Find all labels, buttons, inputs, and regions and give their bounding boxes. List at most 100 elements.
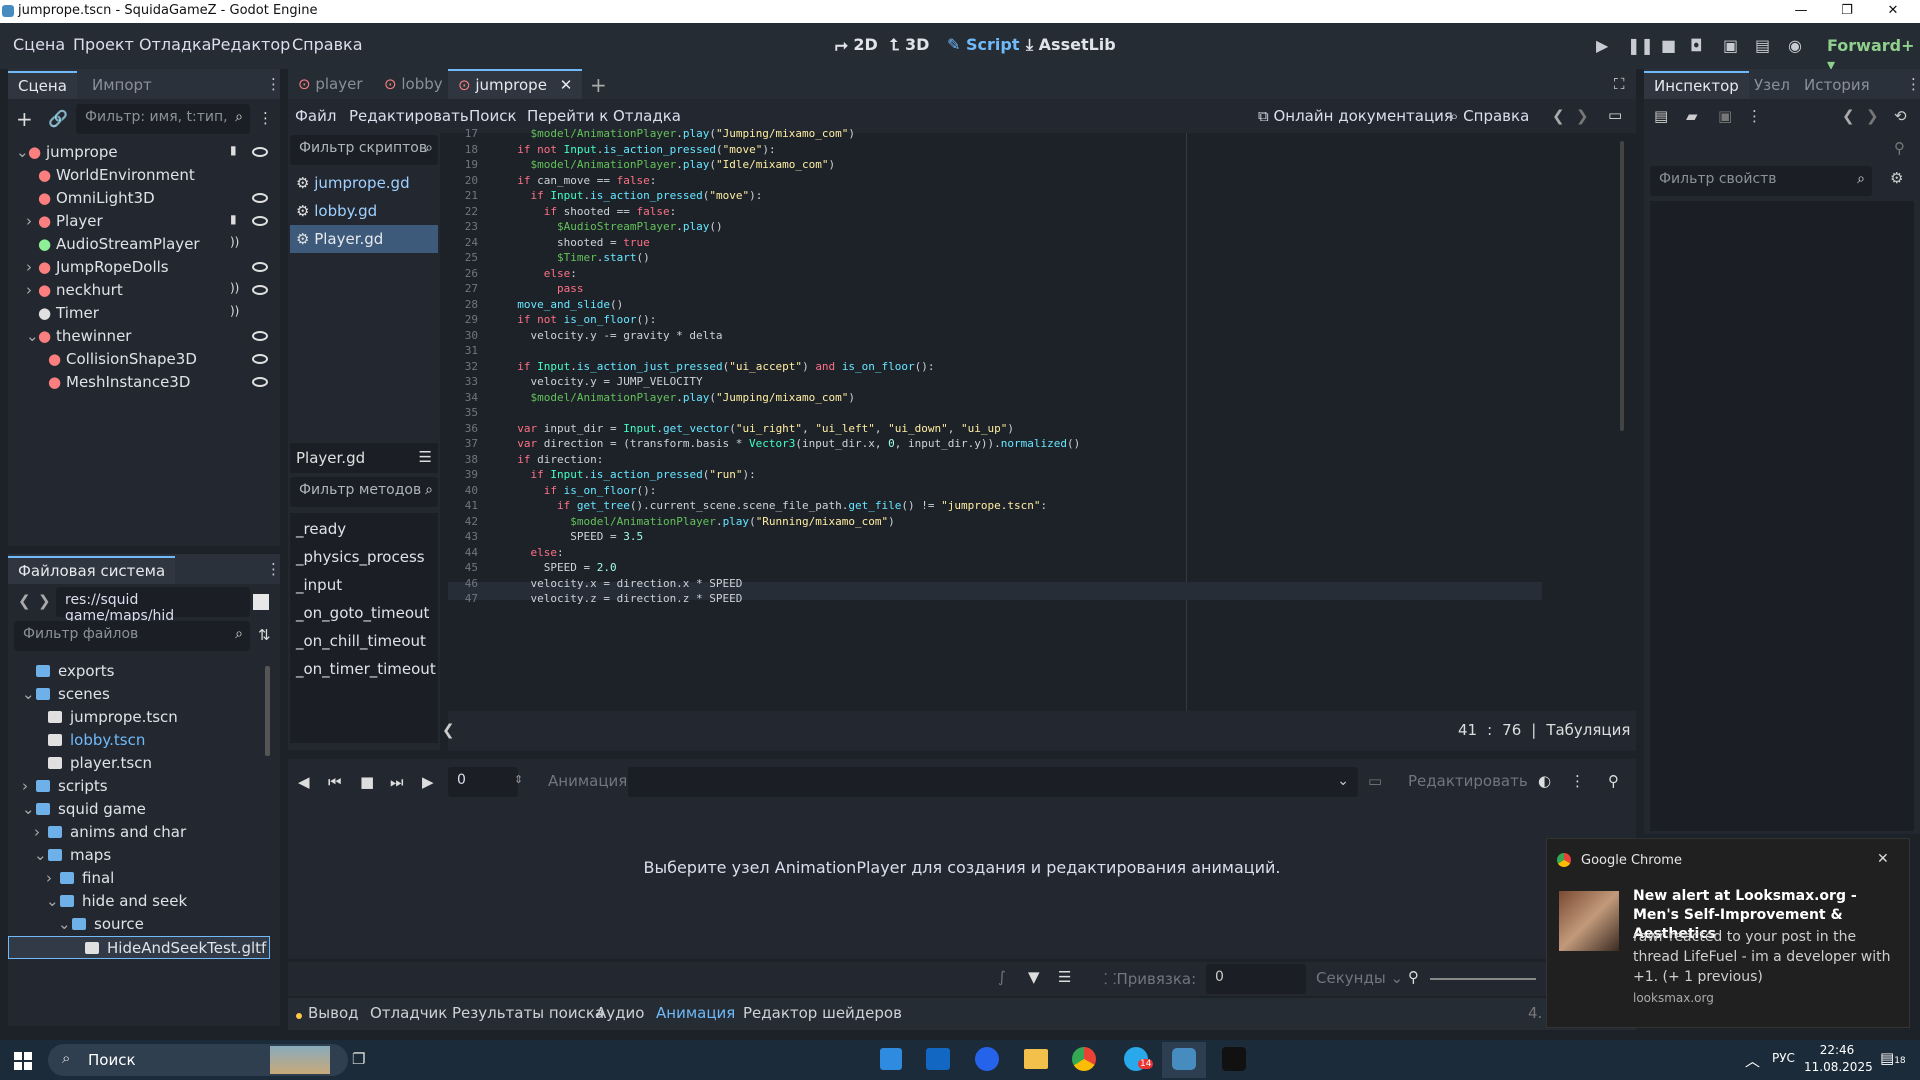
expand-arrow-icon[interactable]: ⌄: [22, 685, 35, 703]
scene-node[interactable]: › ● neckhurt)): [8, 279, 280, 302]
tab-jumprope-scene[interactable]: ⊙ jumprope ✕: [448, 69, 583, 99]
expand-arrow-icon[interactable]: ⌄: [46, 892, 59, 910]
expand-arrow-icon[interactable]: ⌄: [16, 143, 29, 161]
add-tab-icon[interactable]: +: [590, 73, 607, 97]
chrome-icon[interactable]: [1072, 1047, 1096, 1071]
visibility-eye-icon[interactable]: [252, 262, 268, 272]
visibility-eye-icon[interactable]: [252, 377, 268, 387]
new-resource-icon[interactable]: ▤: [1654, 107, 1668, 125]
more-icon[interactable]: ⋮: [1570, 772, 1585, 790]
dock-menu-icon[interactable]: ⋮: [266, 75, 281, 93]
time-field[interactable]: 0: [448, 767, 518, 797]
code-line[interactable]: 21 if Input.is_action_pressed("move"):: [448, 188, 1538, 203]
tab-debugger[interactable]: Отладчик: [370, 1004, 447, 1022]
script-menu-goto[interactable]: Перейти к: [527, 107, 608, 125]
signal-icon[interactable]: )): [230, 281, 239, 295]
outlook-icon[interactable]: [926, 1048, 950, 1070]
play-scene-icon[interactable]: ▣: [1723, 36, 1738, 55]
language-indicator[interactable]: РУС: [1772, 1051, 1795, 1065]
close-icon[interactable]: ✕: [1877, 851, 1889, 867]
signal-icon[interactable]: )): [230, 235, 239, 249]
file-item[interactable]: › anims and char: [8, 821, 270, 844]
chrome-notification[interactable]: Google Chrome ✕ New alert at Looksmax.or…: [1546, 838, 1910, 1028]
store-icon[interactable]: [880, 1048, 902, 1070]
code-line[interactable]: 24 shooted = true: [448, 235, 1538, 250]
file-item[interactable]: lobby.tscn: [8, 729, 270, 752]
file-item[interactable]: ⌄ scenes: [8, 683, 270, 706]
tab-import[interactable]: Импорт: [82, 71, 162, 99]
scene-node[interactable]: › ● Player ▮: [8, 210, 280, 233]
play-backwards-icon[interactable]: ◀: [298, 773, 310, 791]
mode-2d-button[interactable]: ⮣ 2D: [835, 35, 878, 55]
code-line[interactable]: 36 var input_dir = Input.get_vector("ui_…: [448, 421, 1538, 436]
bezier-icon[interactable]: ∫: [998, 968, 1006, 986]
visibility-eye-icon[interactable]: [252, 354, 268, 364]
code-editor[interactable]: 17 $model/AnimationPlayer.play("Jumping/…: [448, 127, 1636, 711]
code-line[interactable]: 17 $model/AnimationPlayer.play("Jumping/…: [448, 126, 1538, 141]
tab-player-scene[interactable]: ⊙ player: [288, 69, 373, 99]
snap-field[interactable]: 0: [1206, 964, 1306, 994]
animation-select[interactable]: ⌄: [628, 767, 1358, 797]
script-menu-debug[interactable]: Отладка: [613, 107, 681, 125]
maximize-icon[interactable]: ❐: [1824, 0, 1870, 23]
minimap[interactable]: [1544, 141, 1624, 541]
menu-scene[interactable]: Сцена: [13, 35, 65, 54]
back-icon[interactable]: ❮: [1842, 107, 1855, 125]
close-tab-icon[interactable]: ✕: [560, 76, 573, 94]
scrollbar[interactable]: [265, 666, 270, 756]
tab-shader-editor[interactable]: Редактор шейдеров: [743, 1004, 902, 1022]
sort-icon[interactable]: ☰: [419, 448, 432, 466]
file-item[interactable]: ⌄ source: [8, 913, 270, 936]
tab-node[interactable]: Узел: [1744, 71, 1800, 99]
spinner-icon[interactable]: ⇕: [514, 773, 523, 786]
more-icon[interactable]: ⋮: [1747, 107, 1762, 125]
telegram-icon[interactable]: 14: [1124, 1047, 1154, 1071]
track-list-icon[interactable]: ☰: [1058, 968, 1071, 986]
expand-arrow-icon[interactable]: ⌄: [26, 327, 39, 345]
file-item[interactable]: ⌄ squid game: [8, 798, 270, 821]
file-item[interactable]: exports: [8, 660, 270, 683]
expand-arrow-icon[interactable]: ⌄: [22, 800, 35, 818]
code-line[interactable]: 20 if can_move == false:: [448, 173, 1538, 188]
script-menu-edit[interactable]: Редактировать: [349, 107, 469, 125]
code-line[interactable]: 22 if shooted == false:: [448, 204, 1538, 219]
code-line[interactable]: 46 velocity.x = direction.x * SPEED: [448, 576, 1538, 591]
signal-icon[interactable]: )): [230, 304, 239, 318]
add-node-icon[interactable]: +: [16, 107, 33, 131]
onion-skin-icon[interactable]: ◐: [1538, 772, 1551, 790]
start-icon[interactable]: [14, 1052, 32, 1070]
code-line[interactable]: 30 velocity.y -= gravity * delta: [448, 328, 1538, 343]
visibility-eye-icon[interactable]: [252, 193, 268, 203]
play-from-start-icon[interactable]: ⏭: [390, 773, 404, 791]
script-icon[interactable]: ▮: [230, 212, 237, 226]
scene-node[interactable]: ● MeshInstance3D: [8, 371, 280, 394]
script-menu-file[interactable]: Файл: [295, 107, 336, 125]
expand-arrow-icon[interactable]: ›: [46, 869, 52, 887]
prev-script-icon[interactable]: ❮: [1552, 107, 1565, 125]
file-item[interactable]: ⌄ maps: [8, 844, 270, 867]
scene-filter-input[interactable]: Фильтр: имя, t:тип, ⌕: [76, 104, 250, 134]
scrollbar[interactable]: [1620, 141, 1624, 431]
back-icon[interactable]: ❮: [18, 592, 31, 610]
code-line[interactable]: 19 $model/AnimationPlayer.play("Idle/mix…: [448, 157, 1538, 172]
scene-node[interactable]: ⌄ ● jumprope ▮: [8, 141, 280, 164]
snap-toggle[interactable]: ⸬ Привязка:: [1104, 969, 1196, 989]
scene-node[interactable]: ● AudioStreamPlayer)): [8, 233, 280, 256]
file-filter-input[interactable]: Фильтр файлов ⌕: [14, 621, 250, 651]
expand-arrow-icon[interactable]: ›: [34, 823, 40, 841]
play-backwards-from-end-icon[interactable]: ⏮: [328, 773, 342, 791]
code-line[interactable]: 26 else:: [448, 266, 1538, 281]
menu-debug[interactable]: Отладка: [139, 35, 211, 54]
play-icon[interactable]: ▶: [422, 773, 434, 791]
file-item[interactable]: › final: [8, 867, 270, 890]
tab-search-results[interactable]: Результаты поиска: [452, 1004, 604, 1022]
stop-icon[interactable]: ■: [1661, 36, 1676, 55]
script-icon[interactable]: ▮: [230, 143, 237, 157]
scene-node[interactable]: ● Timer)): [8, 302, 280, 325]
expand-arrow-icon[interactable]: ⌄: [34, 846, 47, 864]
animation-menu-icon[interactable]: ▭: [1368, 772, 1382, 790]
menu-project[interactable]: Проект: [73, 35, 134, 54]
scene-node[interactable]: › ● JumpRopeDolls: [8, 256, 280, 279]
scene-node[interactable]: ● WorldEnvironment: [8, 164, 280, 187]
property-filter-input[interactable]: Фильтр свойств ⌕: [1650, 166, 1872, 196]
